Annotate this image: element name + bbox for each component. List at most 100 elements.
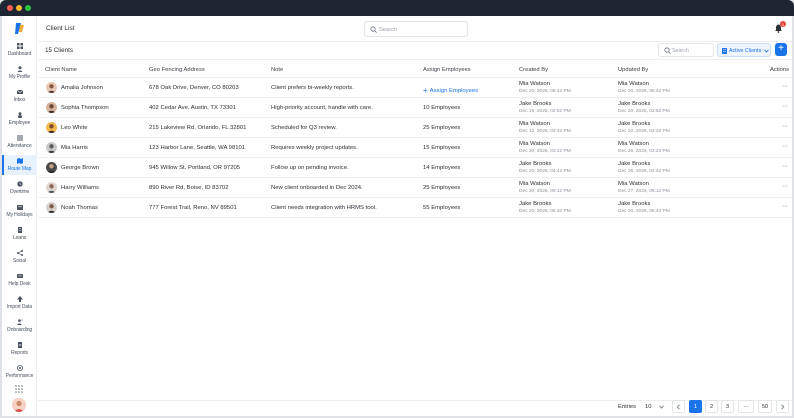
sidebar-item-route-map[interactable]: Route Map	[2, 155, 37, 175]
map-icon	[16, 158, 23, 164]
updated-by-name: Mia Watson	[618, 181, 649, 187]
report-icon	[17, 342, 22, 348]
sidebar-item-import-data[interactable]: Import Data	[2, 293, 37, 313]
client-name[interactable]: Harry Williams	[61, 185, 99, 191]
assigned-employees-count[interactable]: 25 Employees	[423, 125, 460, 131]
row-actions-menu-icon[interactable]: ···	[782, 183, 788, 190]
pagination-page-50[interactable]: 50	[758, 400, 772, 413]
sidebar-item-label: My Profile	[8, 74, 31, 80]
sidebar-item-attendance[interactable]: Attendance	[2, 132, 37, 152]
table-row[interactable]: Mia Harris 123 Harbor Lane, Seattle, WA …	[38, 138, 792, 158]
row-actions-menu-icon[interactable]: ···	[782, 103, 788, 110]
assign-employees-label: Assign Employees	[429, 88, 479, 94]
window-titlebar	[0, 0, 794, 16]
created-by-name: Mia Watson	[519, 121, 550, 127]
column-header-assign-employees[interactable]: Assign Employees	[423, 67, 471, 73]
created-by-name: Mia Watson	[519, 141, 550, 147]
plus-icon: +	[423, 86, 428, 95]
column-header-client-name[interactable]: Client Name	[45, 67, 77, 73]
document-icon	[17, 227, 22, 233]
clients-count: 15 Clients	[45, 47, 74, 54]
client-avatar	[46, 162, 57, 173]
sidebar-item-onboarding[interactable]: Onboarding	[2, 316, 37, 336]
updated-by-date: Dec 25, 2025, 03:22 PM	[618, 149, 670, 154]
sidebar-item-label: Employee	[8, 120, 31, 126]
sidebar-item-inbox[interactable]: Inbox	[2, 86, 37, 106]
sidebar-item-help-desk[interactable]: Help Desk	[2, 270, 37, 290]
sidebar-item-label: Onboarding	[6, 327, 33, 333]
sidebar-item-my-holidays[interactable]: My Holidays	[2, 201, 37, 221]
close-window-button[interactable]	[7, 5, 13, 11]
client-name[interactable]: Mia Harris	[61, 145, 88, 151]
client-avatar	[46, 182, 57, 193]
pagination-next-button[interactable]	[776, 400, 789, 413]
assigned-employees-count[interactable]: 14 Employees	[423, 165, 460, 171]
apps-grid-icon[interactable]	[15, 385, 23, 393]
app-logo-icon[interactable]	[13, 22, 26, 35]
table-row[interactable]: Harry Williams 890 River Rd, Boise, ID 8…	[38, 178, 792, 198]
sidebar-item-social[interactable]: Social	[2, 247, 37, 267]
row-actions-menu-icon[interactable]: ···	[782, 203, 788, 210]
client-search-input[interactable]	[672, 46, 712, 55]
sidebar-item-my-profile[interactable]: My Profile	[2, 63, 37, 83]
assigned-employees-count[interactable]: 10 Employees	[423, 105, 460, 111]
client-note: Client prefers bi-weekly reports.	[271, 85, 354, 91]
client-address: 402 Cedar Ave, Austin, TX 73301	[149, 105, 236, 111]
pagination-page-2[interactable]: 2	[705, 400, 718, 413]
pagination-page-1[interactable]: 1	[689, 400, 702, 413]
row-actions-menu-icon[interactable]: ···	[782, 123, 788, 130]
entries-per-page-select[interactable]: 10	[642, 401, 668, 412]
assigned-employees-count[interactable]: 25 Employees	[423, 185, 460, 191]
updated-by-name: Jake Brooks	[618, 161, 651, 167]
client-name[interactable]: Amalia Johnson	[61, 85, 103, 91]
client-name[interactable]: Leo White	[61, 125, 88, 131]
global-search[interactable]	[364, 21, 468, 37]
row-actions-menu-icon[interactable]: ···	[782, 163, 788, 170]
sidebar-item-reports[interactable]: Reports	[2, 339, 37, 359]
created-by-date: Dec 20, 2025, 04:42 PM	[519, 169, 571, 174]
column-header-note[interactable]: Note	[271, 67, 283, 73]
updated-by-date: Dec 27, 2025, 05:12 PM	[618, 189, 670, 194]
pagination-ellipsis[interactable]: ···	[738, 400, 754, 413]
client-search[interactable]	[658, 43, 714, 57]
client-address: 215 Lakeview Rd, Orlando, FL 32801	[149, 125, 247, 131]
sidebar-item-performance[interactable]: Performance	[2, 362, 37, 382]
assigned-employees-count[interactable]: 15 Employees	[423, 145, 460, 151]
table-row[interactable]: Noah Thomas 777 Forest Trail, Reno, NV 8…	[38, 198, 792, 218]
updated-by-name: Mia Watson	[618, 141, 649, 147]
table-row[interactable]: Leo White 215 Lakeview Rd, Orlando, FL 3…	[38, 118, 792, 138]
client-note: High-priority account, handle with care.	[271, 105, 373, 111]
sidebar: Dashboard My Profile Inbox Employee Atte…	[2, 16, 37, 416]
client-name[interactable]: Sophia Thompson	[61, 105, 109, 111]
updated-by-name: Jake Brooks	[618, 201, 651, 207]
sidebar-item-loans[interactable]: Loans	[2, 224, 37, 244]
table-row[interactable]: Amalia Johnson 678 Oak Drive, Denver, CO…	[38, 78, 792, 98]
current-user-avatar[interactable]	[12, 398, 26, 412]
sidebar-item-label: Route Map	[7, 166, 32, 172]
global-search-input[interactable]	[379, 24, 464, 35]
add-client-button[interactable]: +	[775, 43, 787, 56]
assigned-employees-count[interactable]: 55 Employees	[423, 205, 460, 211]
client-name[interactable]: George Brown	[61, 165, 99, 171]
client-name[interactable]: Noah Thomas	[61, 205, 98, 211]
sidebar-item-dashboard[interactable]: Dashboard	[2, 40, 37, 60]
maximize-window-button[interactable]	[25, 5, 31, 11]
column-header-created-by[interactable]: Created By	[519, 67, 548, 73]
column-header-updated-by[interactable]: Updated By	[618, 67, 648, 73]
sidebar-item-label: Import Data	[6, 304, 33, 310]
created-by-name: Mia Watson	[519, 81, 550, 87]
row-actions-menu-icon[interactable]: ···	[782, 143, 788, 150]
assign-employees-link[interactable]: + Assign Employees	[423, 85, 479, 95]
created-by-date: Dec 20, 2025, 05:42 PM	[519, 89, 571, 94]
table-row[interactable]: Sophia Thompson 402 Cedar Ave, Austin, T…	[38, 98, 792, 118]
client-status-dropdown[interactable]: Active Clients	[717, 43, 771, 57]
pagination-page-3[interactable]: 3	[721, 400, 734, 413]
sidebar-item-employee[interactable]: Employee	[2, 109, 37, 129]
sidebar-item-label: Social	[12, 258, 27, 264]
column-header-geo-fencing-address[interactable]: Geo Fencing Address	[149, 67, 205, 73]
row-actions-menu-icon[interactable]: ···	[782, 83, 788, 90]
pagination-prev-button[interactable]	[672, 400, 685, 413]
table-row[interactable]: George Brown 945 Willow St, Portland, OR…	[38, 158, 792, 178]
sidebar-item-overtime[interactable]: Overtime	[2, 178, 37, 198]
minimize-window-button[interactable]	[16, 5, 22, 11]
